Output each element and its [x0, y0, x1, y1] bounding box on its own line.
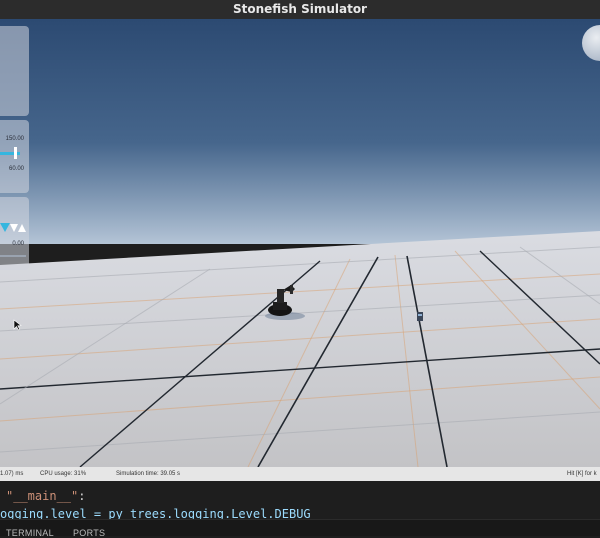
value-readout: 0.00 — [12, 241, 24, 247]
simulation-time-text: Simulation time: 39.05 s — [116, 471, 181, 477]
tab-terminal[interactable]: TERMINAL — [6, 528, 54, 538]
overlay-panel-top — [0, 26, 29, 116]
3d-scene[interactable] — [0, 19, 600, 467]
tab-ports[interactable]: PORTS — [73, 528, 105, 538]
small-object[interactable] — [417, 312, 423, 321]
triangle-indicator-icon[interactable] — [0, 223, 10, 232]
simulator-status-bar: 1.07) ms CPU usage: 31% Simulation time:… — [0, 467, 600, 481]
help-hint-text: Hit [K] for k — [567, 471, 597, 477]
window-title-bar: Stonefish Simulator — [0, 0, 600, 19]
slider-min-label: 60.00 — [8, 166, 24, 172]
code-colon: : — [78, 489, 86, 503]
sky — [0, 19, 600, 244]
overlay-panel-slider: 150.00 60.00 — [0, 120, 29, 193]
frame-time-text: 1.07) ms — [0, 471, 24, 477]
bottom-panel-tab-bar: TERMINAL PORTS — [0, 519, 600, 538]
triangle-down-icon[interactable] — [10, 224, 18, 232]
window-title: Stonefish Simulator — [233, 2, 367, 16]
control-track[interactable] — [0, 255, 26, 257]
simulation-viewport[interactable]: 150.00 60.00 0.00 — [0, 19, 600, 467]
code-editor[interactable]: "__main__": ogging.level = py_trees.logg… — [0, 481, 600, 521]
triangle-up-icon[interactable] — [18, 224, 26, 232]
slider-track[interactable] — [0, 152, 20, 155]
slider-handle[interactable] — [14, 147, 17, 159]
code-line-1: "__main__": — [0, 489, 85, 503]
slider-max-label: 150.00 — [5, 136, 24, 142]
overlay-panel-control: 0.00 — [0, 197, 29, 270]
cpu-usage-text: CPU usage: 31% — [40, 471, 87, 477]
main-string-literal: "__main__" — [6, 489, 79, 503]
